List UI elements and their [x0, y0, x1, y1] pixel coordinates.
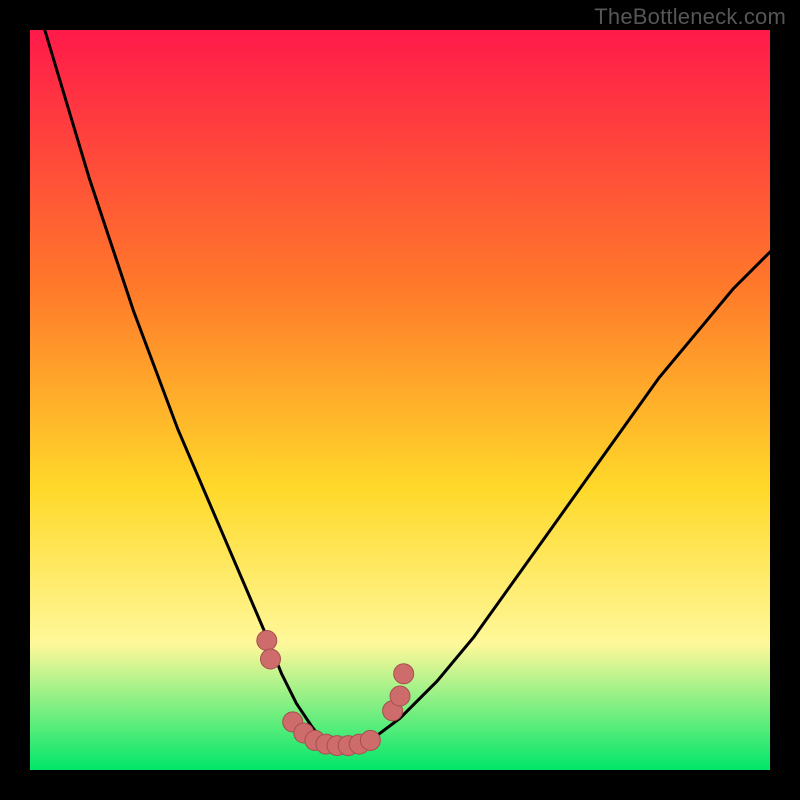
plot-area: [30, 30, 770, 770]
watermark-text: TheBottleneck.com: [594, 4, 786, 30]
data-marker: [394, 664, 414, 684]
data-marker: [261, 649, 281, 669]
data-marker: [390, 686, 410, 706]
data-marker: [257, 631, 277, 651]
gradient-background: [30, 30, 770, 770]
data-marker: [360, 730, 380, 750]
chart-frame: TheBottleneck.com: [0, 0, 800, 800]
chart-svg: [30, 30, 770, 770]
